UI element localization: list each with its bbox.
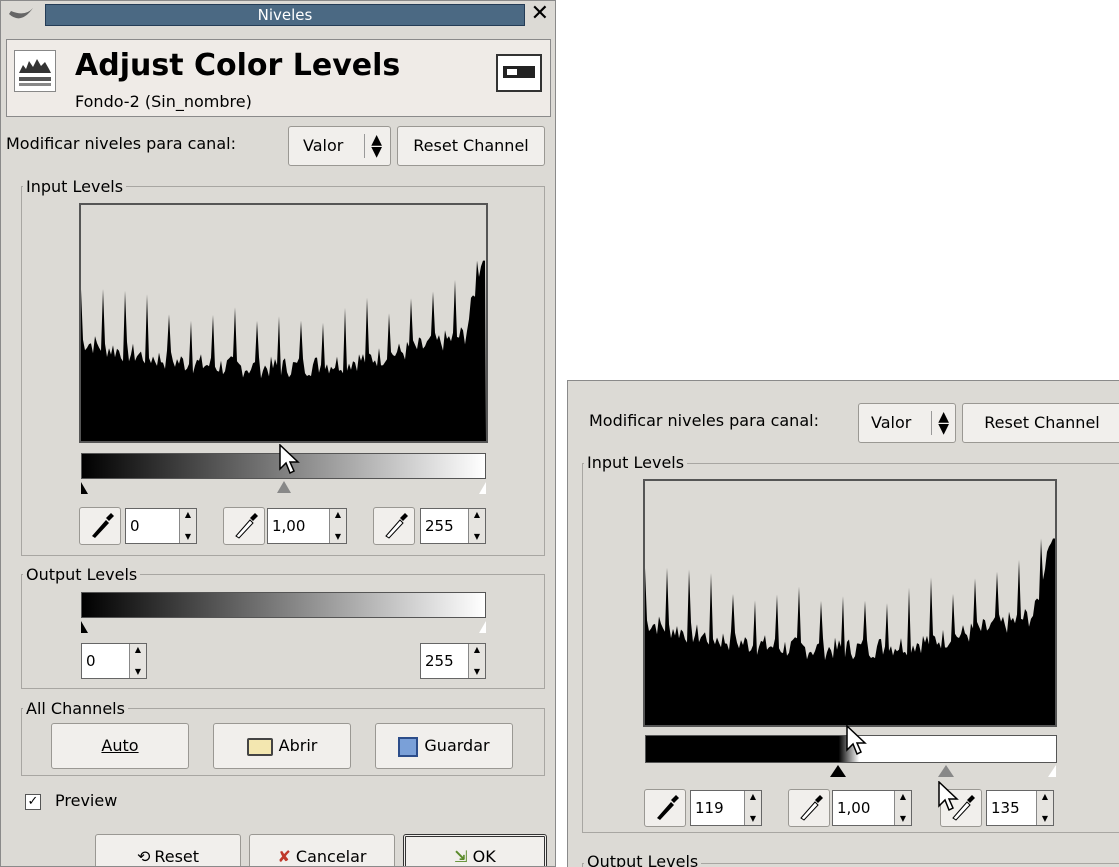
reset-channel-button[interactable]: Reset Channel bbox=[397, 126, 545, 166]
title-bar[interactable]: Niveles ✕ bbox=[1, 1, 555, 27]
floppy-icon bbox=[398, 736, 419, 757]
input-gamma-spinner[interactable]: 1,00 ▲ ▼ bbox=[267, 508, 347, 544]
black-eyedropper-button[interactable] bbox=[644, 789, 686, 827]
levels-icon bbox=[14, 50, 56, 92]
header-title: Adjust Color Levels bbox=[75, 48, 401, 83]
eyedropper-icon bbox=[385, 513, 408, 539]
reset-channel-button[interactable]: Reset Channel bbox=[962, 403, 1119, 443]
open-button[interactable]: Abrir bbox=[213, 723, 351, 769]
channel-select[interactable]: Valor ▲ ▼ bbox=[858, 403, 956, 443]
input-low-spinner[interactable]: 119 ▲ ▼ bbox=[690, 790, 762, 826]
input-histogram bbox=[79, 203, 488, 443]
input-gamma-handle[interactable] bbox=[277, 481, 291, 493]
window-menu-icon[interactable] bbox=[7, 5, 35, 23]
black-eyedropper-button[interactable] bbox=[79, 507, 121, 545]
eyedropper-icon bbox=[92, 513, 114, 538]
output-levels-title: Output Levels bbox=[584, 852, 702, 867]
ok-icon: ⇲ bbox=[454, 847, 468, 866]
white-eyedropper-button[interactable] bbox=[373, 507, 415, 545]
mouse-cursor-icon bbox=[938, 781, 959, 812]
input-high-handle[interactable] bbox=[1048, 765, 1056, 777]
input-low-spinner[interactable]: 0 ▲ ▼ bbox=[125, 508, 197, 544]
output-low-handle[interactable] bbox=[81, 621, 88, 633]
preview-checkbox[interactable]: ✓ bbox=[25, 794, 41, 810]
mouse-cursor-icon bbox=[846, 725, 867, 756]
all-channels-title: All Channels bbox=[23, 699, 128, 718]
spin-arrows-icon[interactable]: ▲ ▼ bbox=[329, 509, 346, 543]
output-high-spinner[interactable]: 255 ▲ ▼ bbox=[420, 643, 486, 679]
input-high-handle[interactable] bbox=[479, 482, 486, 494]
eyedropper-icon bbox=[657, 795, 679, 820]
reset-button[interactable]: ⟲ Reset bbox=[95, 834, 241, 866]
output-low-spinner[interactable]: 0 ▲ ▼ bbox=[81, 643, 147, 679]
input-low-handle[interactable] bbox=[81, 482, 88, 494]
spin-arrows-icon[interactable]: ▲ ▼ bbox=[468, 509, 485, 543]
gray-eyedropper-button[interactable] bbox=[223, 507, 265, 545]
output-levels-title: Output Levels bbox=[23, 565, 141, 584]
levels-dialog-second: Modificar niveles para canal: Valor ▲ ▼ R… bbox=[567, 380, 1119, 867]
window-title: Niveles bbox=[45, 4, 525, 26]
layer-preview-icon bbox=[496, 54, 542, 92]
levels-dialog: Niveles ✕ Adjust Color Levels Fondo-2 (S… bbox=[0, 0, 556, 867]
save-button[interactable]: Guardar bbox=[375, 723, 513, 769]
eyedropper-icon bbox=[235, 513, 258, 539]
input-high-spinner[interactable]: 135 ▲ ▼ bbox=[986, 790, 1054, 826]
dialog-header: Adjust Color Levels Fondo-2 (Sin_nombre) bbox=[6, 39, 551, 117]
channel-select[interactable]: Valor ▲ ▼ bbox=[288, 126, 391, 166]
spin-arrows-icon[interactable]: ▲ ▼ bbox=[744, 791, 761, 825]
preview-label: Preview bbox=[55, 791, 118, 810]
updown-icon: ▲ ▼ bbox=[931, 410, 949, 436]
eyedropper-icon bbox=[800, 795, 823, 821]
input-gamma-handle[interactable] bbox=[938, 765, 954, 777]
header-subtitle: Fondo-2 (Sin_nombre) bbox=[75, 92, 252, 111]
histogram-shape bbox=[645, 538, 1055, 725]
gray-eyedropper-button[interactable] bbox=[788, 789, 830, 827]
spin-arrows-icon[interactable]: ▲ ▼ bbox=[894, 791, 911, 825]
input-low-handle[interactable] bbox=[830, 765, 846, 777]
spin-arrows-icon[interactable]: ▲ ▼ bbox=[179, 509, 196, 543]
channel-value: Valor bbox=[303, 136, 344, 155]
cancel-x-icon: ✘ bbox=[277, 847, 291, 866]
spin-arrows-icon[interactable]: ▲ ▼ bbox=[129, 644, 146, 678]
channel-value: Valor bbox=[871, 413, 912, 432]
output-gradient-bar bbox=[81, 592, 486, 618]
input-levels-title: Input Levels bbox=[23, 177, 127, 196]
auto-button[interactable]: Auto bbox=[51, 723, 189, 769]
cancel-button[interactable]: ✘ Cancelar bbox=[249, 834, 395, 866]
close-icon[interactable]: ✕ bbox=[531, 2, 549, 26]
output-high-handle[interactable] bbox=[479, 621, 486, 633]
input-gamma-spinner[interactable]: 1,00 ▲ ▼ bbox=[832, 790, 912, 826]
reset-icon: ⟲ bbox=[136, 847, 151, 866]
spin-arrows-icon[interactable]: ▲ ▼ bbox=[1036, 791, 1053, 825]
mouse-cursor-icon bbox=[279, 444, 300, 475]
input-levels-title: Input Levels bbox=[584, 453, 688, 472]
input-high-spinner[interactable]: 255 ▲ ▼ bbox=[420, 508, 486, 544]
folder-icon bbox=[246, 737, 273, 756]
channel-label: Modificar niveles para canal: bbox=[6, 134, 236, 153]
channel-label: Modificar niveles para canal: bbox=[589, 411, 819, 430]
input-histogram bbox=[643, 479, 1057, 727]
histogram-shape bbox=[81, 260, 486, 441]
spin-arrows-icon[interactable]: ▲ ▼ bbox=[468, 644, 485, 678]
ok-button[interactable]: ⇲ OK bbox=[403, 834, 547, 866]
updown-icon: ▲ ▼ bbox=[364, 133, 382, 159]
